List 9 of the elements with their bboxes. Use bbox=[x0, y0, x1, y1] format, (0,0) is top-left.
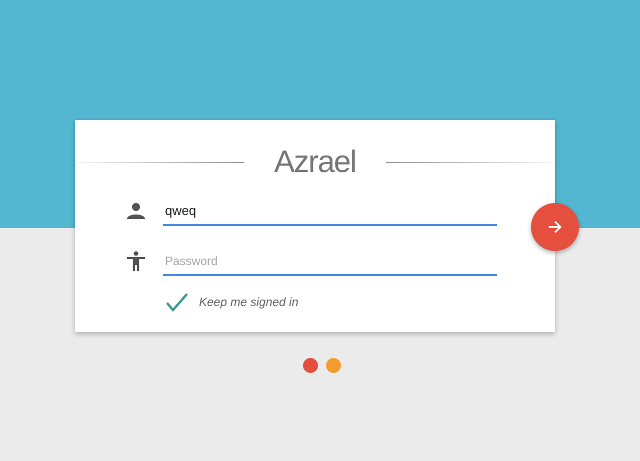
app-title: Azrael bbox=[274, 144, 356, 180]
check-icon bbox=[165, 292, 189, 312]
submit-button[interactable] bbox=[531, 203, 579, 251]
arrow-right-icon bbox=[546, 218, 564, 236]
page-dot[interactable] bbox=[326, 358, 340, 373]
keep-signed-in-checkbox[interactable]: Keep me signed in bbox=[165, 292, 298, 312]
page-dot[interactable] bbox=[302, 358, 318, 373]
figure-icon bbox=[127, 251, 145, 271]
person-icon bbox=[127, 203, 145, 219]
